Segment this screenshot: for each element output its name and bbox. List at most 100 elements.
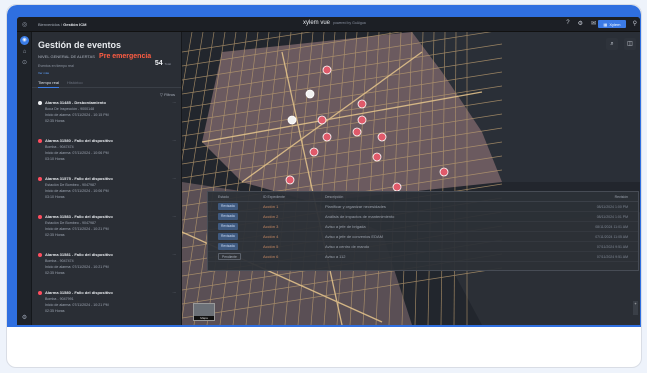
breadcrumb-home[interactable]: Bienvenidos: [38, 22, 60, 27]
event-item[interactable]: Alarma 31581 - Fallo del dispositivo ⋯ Bom…: [38, 252, 176, 276]
map-view[interactable]: ⌕ ◫ + Mapa Estado ID Expediente Descripc…: [182, 32, 640, 325]
col-revision[interactable]: Revisión: [585, 195, 628, 199]
tab-realtime[interactable]: Tiempo real: [38, 80, 59, 88]
status-badge[interactable]: Revisada: [218, 243, 238, 250]
brand-logo: xylem vue powered by GoAigua: [303, 20, 366, 26]
left-rail: ◉ ⌂ ⊙ ⚙: [17, 32, 32, 325]
status-badge[interactable]: Revisada: [218, 213, 238, 220]
col-description[interactable]: Descripción: [325, 195, 585, 199]
row-date: 07/11/2024 11:05 AM: [595, 234, 628, 239]
map-marker[interactable]: [392, 182, 402, 192]
filter-label: Filtros: [164, 92, 175, 97]
mail-icon[interactable]: ✉: [591, 20, 596, 27]
status-badge[interactable]: Pendiente: [218, 253, 241, 260]
map-canvas[interactable]: [182, 32, 640, 325]
row-id: Acción 5: [263, 244, 279, 249]
minimap-label: Mapa: [194, 316, 214, 320]
row-date: 07/11/2024 9:51 AM: [596, 254, 628, 259]
gear-icon[interactable]: ⚙: [17, 314, 32, 321]
tab-history[interactable]: Histórico: [67, 80, 83, 88]
status-badge[interactable]: Revisada: [218, 233, 238, 240]
minimap[interactable]: Mapa: [193, 303, 215, 321]
map-marker[interactable]: [352, 127, 362, 137]
map-marker[interactable]: [372, 152, 382, 162]
map-marker[interactable]: [357, 99, 367, 109]
more-options-icon[interactable]: ⋯: [172, 214, 176, 220]
table-row[interactable]: Revisada Acción 3 Aviso a jefe de brigada 0…: [208, 222, 638, 232]
table-row[interactable]: Revisada Acción 1 Planificar y organizar n…: [208, 202, 638, 212]
top-bar: ◎ Bienvenidos / Gestión ICM xylem vue pow…: [17, 17, 640, 32]
settings-icon[interactable]: ⚙: [578, 20, 583, 27]
home-icon[interactable]: ⌂: [17, 49, 32, 55]
user-icon[interactable]: ⚲: [633, 20, 637, 27]
layers-icon: ◫: [627, 41, 633, 47]
event-item[interactable]: Alarma 31575 - Fallo del dispositivo ⋯ Est…: [38, 176, 176, 200]
events-icon[interactable]: ◉: [20, 36, 29, 45]
row-description: Aviso a jefe de brigada: [325, 224, 366, 229]
map-marker[interactable]: [285, 175, 295, 185]
row-status-cell: Revisada: [218, 243, 263, 250]
location-icon[interactable]: ⊙: [17, 59, 32, 66]
event-item[interactable]: Alarma 31580 - Fallo del dispositivo ⋯ Bom…: [38, 290, 176, 314]
row-status-cell: Pendiente: [218, 253, 263, 260]
more-options-icon[interactable]: ⋯: [172, 176, 176, 182]
event-tabs: Tiempo real Histórico: [38, 80, 83, 88]
map-marker[interactable]: [439, 167, 449, 177]
row-description: Aviso a jefe de convenios EDAM: [325, 234, 383, 239]
row-description: Aviso a centro de mando: [325, 244, 370, 249]
map-marker[interactable]: [317, 115, 327, 125]
event-duration: 02:35 Horas: [45, 309, 65, 313]
event-panel: Gestión de eventos NIVEL GENERAL DE ALER…: [32, 32, 182, 325]
event-duration: 02:35 Horas: [45, 271, 65, 275]
zoom-control[interactable]: +: [633, 301, 638, 315]
table-header: Estado ID Expediente Descripción Revisió…: [208, 192, 638, 202]
event-item[interactable]: Alarma 31485 - Desbordamiento ⋯ Boca De In…: [38, 100, 176, 124]
map-marker[interactable]: [287, 115, 297, 125]
col-status[interactable]: Estado: [218, 195, 263, 199]
more-options-icon[interactable]: ⋯: [172, 100, 176, 106]
row-id: Acción 3: [263, 224, 279, 229]
filter-button[interactable]: ▽ Filtros: [160, 92, 175, 97]
event-status-icon: [38, 291, 42, 295]
row-date: 08/11/2024 1:00 PM: [596, 204, 628, 209]
user-button-label: Xylem: [609, 21, 621, 27]
page-title: Gestión de eventos: [38, 40, 122, 50]
grid-icon: ▦: [603, 21, 608, 27]
search-icon: ⌕: [610, 41, 614, 47]
table-row[interactable]: Revisada Acción 5 Aviso a centro de mando 0…: [208, 242, 638, 252]
event-status-icon: [38, 101, 42, 105]
more-options-icon[interactable]: ⋯: [172, 252, 176, 258]
table-row[interactable]: Revisada Acción 2 Análisis de impactos de …: [208, 212, 638, 222]
brand-name: xylem vue: [303, 20, 331, 26]
event-status-icon: [38, 215, 42, 219]
event-item[interactable]: Alarma 31580 - Fallo del dispositivo ⋯ Bom…: [38, 138, 176, 162]
event-status-icon: [38, 139, 42, 143]
map-marker[interactable]: [377, 132, 387, 142]
status-badge[interactable]: Revisada: [218, 203, 238, 210]
event-duration: 02:35 Horas: [45, 119, 65, 123]
map-marker[interactable]: [322, 132, 332, 142]
breadcrumb-current: Gestión ICM: [63, 21, 87, 27]
event-duration: 03:10 Horas: [45, 157, 65, 161]
event-item[interactable]: Alarma 31583 - Fallo del dispositivo ⋯ Est…: [38, 214, 176, 238]
map-marker[interactable]: [357, 115, 367, 125]
search-map-button[interactable]: ⌕: [606, 38, 618, 50]
user-menu-button[interactable]: ▦ Xylem: [598, 20, 626, 28]
table-row[interactable]: Revisada Acción 4 Aviso a jefe de convenio…: [208, 232, 638, 242]
map-marker[interactable]: [305, 89, 315, 99]
more-options-icon[interactable]: ⋯: [172, 290, 176, 296]
more-options-icon[interactable]: ⋯: [172, 138, 176, 144]
see-more-link[interactable]: Ver más: [38, 71, 49, 75]
col-id[interactable]: ID Expediente: [263, 195, 325, 199]
status-badge[interactable]: Revisada: [218, 223, 238, 230]
count-unit: Total: [164, 62, 171, 66]
map-marker[interactable]: [322, 65, 332, 75]
map-marker[interactable]: [309, 147, 319, 157]
app-logo-icon[interactable]: ◎: [17, 21, 32, 28]
layers-button[interactable]: ◫: [624, 38, 636, 50]
event-duration: 02:35 Horas: [45, 233, 65, 237]
row-status-cell: Revisada: [218, 203, 263, 210]
table-row[interactable]: Pendiente Acción 6 Aviso a 112 07/11/2024 9…: [208, 252, 638, 262]
help-icon[interactable]: ?: [566, 20, 569, 27]
event-count: 54 Total: [155, 60, 171, 67]
